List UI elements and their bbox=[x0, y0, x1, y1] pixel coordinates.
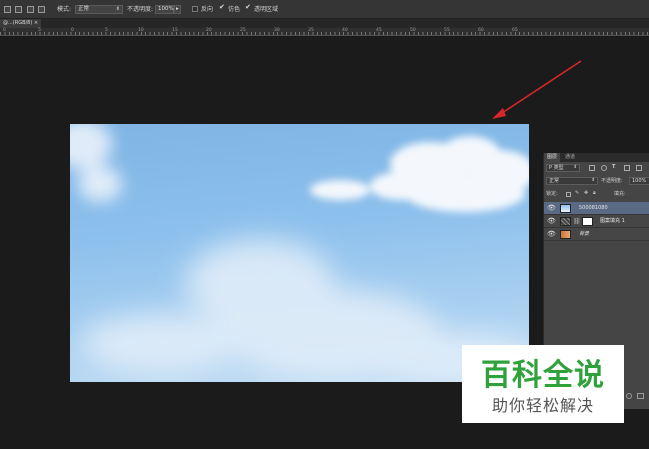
chevron-down-icon: ⬍ bbox=[573, 165, 577, 170]
eye-icon[interactable]: 👁︎ bbox=[547, 205, 556, 212]
pixel-filter-icon[interactable] bbox=[589, 165, 595, 171]
eye-icon[interactable]: 👁︎ bbox=[547, 231, 556, 238]
smart-object-filter-icon[interactable] bbox=[636, 165, 642, 171]
layer-filter-select[interactable]: P 类型 ⬍ bbox=[546, 164, 580, 172]
canvas-image[interactable] bbox=[70, 124, 529, 382]
document-tab-bar: @...(RGB/8) × bbox=[0, 19, 649, 28]
adjustment-filter-icon[interactable] bbox=[601, 165, 607, 171]
new-group-icon[interactable] bbox=[637, 393, 644, 399]
layer-opacity-input[interactable]: 100% bbox=[629, 177, 649, 185]
ruler-ticks bbox=[0, 32, 649, 35]
blend-mode-select[interactable]: 正常 ⬍ bbox=[546, 177, 598, 185]
dither-checkbox[interactable]: ✔ bbox=[219, 3, 225, 12]
watermark-subtitle: 助你轻松解决 bbox=[491, 396, 594, 415]
sky-clouds-image bbox=[70, 124, 529, 382]
add-selection-icon[interactable] bbox=[15, 6, 22, 13]
adjustment-layer-icon[interactable] bbox=[626, 393, 632, 399]
opacity-input[interactable]: 100% bbox=[155, 5, 174, 14]
lock-transparent-icon[interactable] bbox=[566, 192, 571, 197]
pattern-thumbnail bbox=[560, 217, 571, 226]
type-filter-icon[interactable]: T bbox=[612, 163, 615, 172]
chevron-down-icon: ⬍ bbox=[115, 6, 120, 12]
tab-layers[interactable]: 图层 bbox=[544, 153, 561, 162]
lock-row: 锁定: ✎ ✥ 🔒︎ 填充: bbox=[544, 189, 649, 200]
mode-label: 模式: bbox=[57, 6, 72, 13]
blend-row: 正常 ⬍ 不透明度: 100% bbox=[544, 176, 649, 187]
layer-thumbnail bbox=[560, 230, 571, 239]
eye-icon[interactable]: 👁︎ bbox=[547, 218, 556, 225]
layer-opacity-label: 不透明度: bbox=[601, 178, 623, 184]
layer-thumbnail bbox=[560, 204, 571, 213]
watermark-logo: 百科全说 助你轻松解决 bbox=[462, 345, 624, 423]
transparency-label: 透明区域 bbox=[254, 6, 279, 13]
lock-all-icon[interactable]: 🔒︎ bbox=[593, 189, 596, 198]
new-selection-icon[interactable] bbox=[4, 6, 11, 13]
layer-name: 500081080 bbox=[579, 205, 608, 211]
transparency-checkbox[interactable]: ✔ bbox=[245, 3, 251, 12]
layer-name: 背景 bbox=[579, 231, 590, 237]
layer-row[interactable]: 👁︎ 背景 bbox=[544, 228, 649, 241]
reverse-label: 反向 bbox=[201, 6, 214, 13]
lock-label: 锁定: bbox=[546, 191, 558, 197]
mode-value: 正常 bbox=[78, 6, 90, 12]
fill-label: 填充: bbox=[614, 191, 626, 197]
link-icon: ⛓︎ bbox=[573, 218, 581, 225]
opacity-dropdown-icon[interactable]: ▸ bbox=[174, 5, 181, 14]
layer-row[interactable]: 👁︎ 500081080 bbox=[544, 202, 649, 215]
panel-tabs: 图层 通道 bbox=[544, 153, 649, 162]
horizontal-ruler: 0 5 0 5 10 15 20 25 30 35 40 45 50 55 60… bbox=[0, 28, 649, 36]
mode-select[interactable]: 正常 ⬍ bbox=[75, 5, 123, 14]
intersect-selection-icon[interactable] bbox=[38, 6, 45, 13]
options-bar: 模式: 正常 ⬍ 不透明度: 100% ▸ 反向 ✔ 仿色 ✔ 透明区域 bbox=[0, 0, 649, 19]
layer-name: 图案填充 1 bbox=[600, 218, 625, 224]
watermark-title: 百科全说 bbox=[481, 358, 605, 393]
chevron-down-icon: ⬍ bbox=[591, 178, 595, 183]
subtract-selection-icon[interactable] bbox=[27, 6, 34, 13]
layer-row[interactable]: 👁︎ ⛓︎ 图案填充 1 bbox=[544, 215, 649, 228]
opacity-label: 不透明度: bbox=[127, 6, 154, 13]
lock-position-icon[interactable]: ✥ bbox=[584, 189, 588, 198]
layer-filter-label: P 类型 bbox=[549, 165, 564, 171]
filter-row: P 类型 ⬍ T bbox=[544, 163, 649, 174]
tab-channels[interactable]: 通道 bbox=[562, 153, 578, 162]
lock-pixels-icon[interactable]: ✎ bbox=[575, 189, 579, 198]
dither-label: 仿色 bbox=[228, 6, 241, 13]
mask-thumbnail bbox=[582, 217, 593, 226]
shape-filter-icon[interactable] bbox=[624, 165, 630, 171]
reverse-checkbox[interactable] bbox=[192, 6, 198, 12]
blend-mode-value: 正常 bbox=[549, 178, 560, 184]
document-tab[interactable]: @...(RGB/8) × bbox=[0, 19, 42, 28]
